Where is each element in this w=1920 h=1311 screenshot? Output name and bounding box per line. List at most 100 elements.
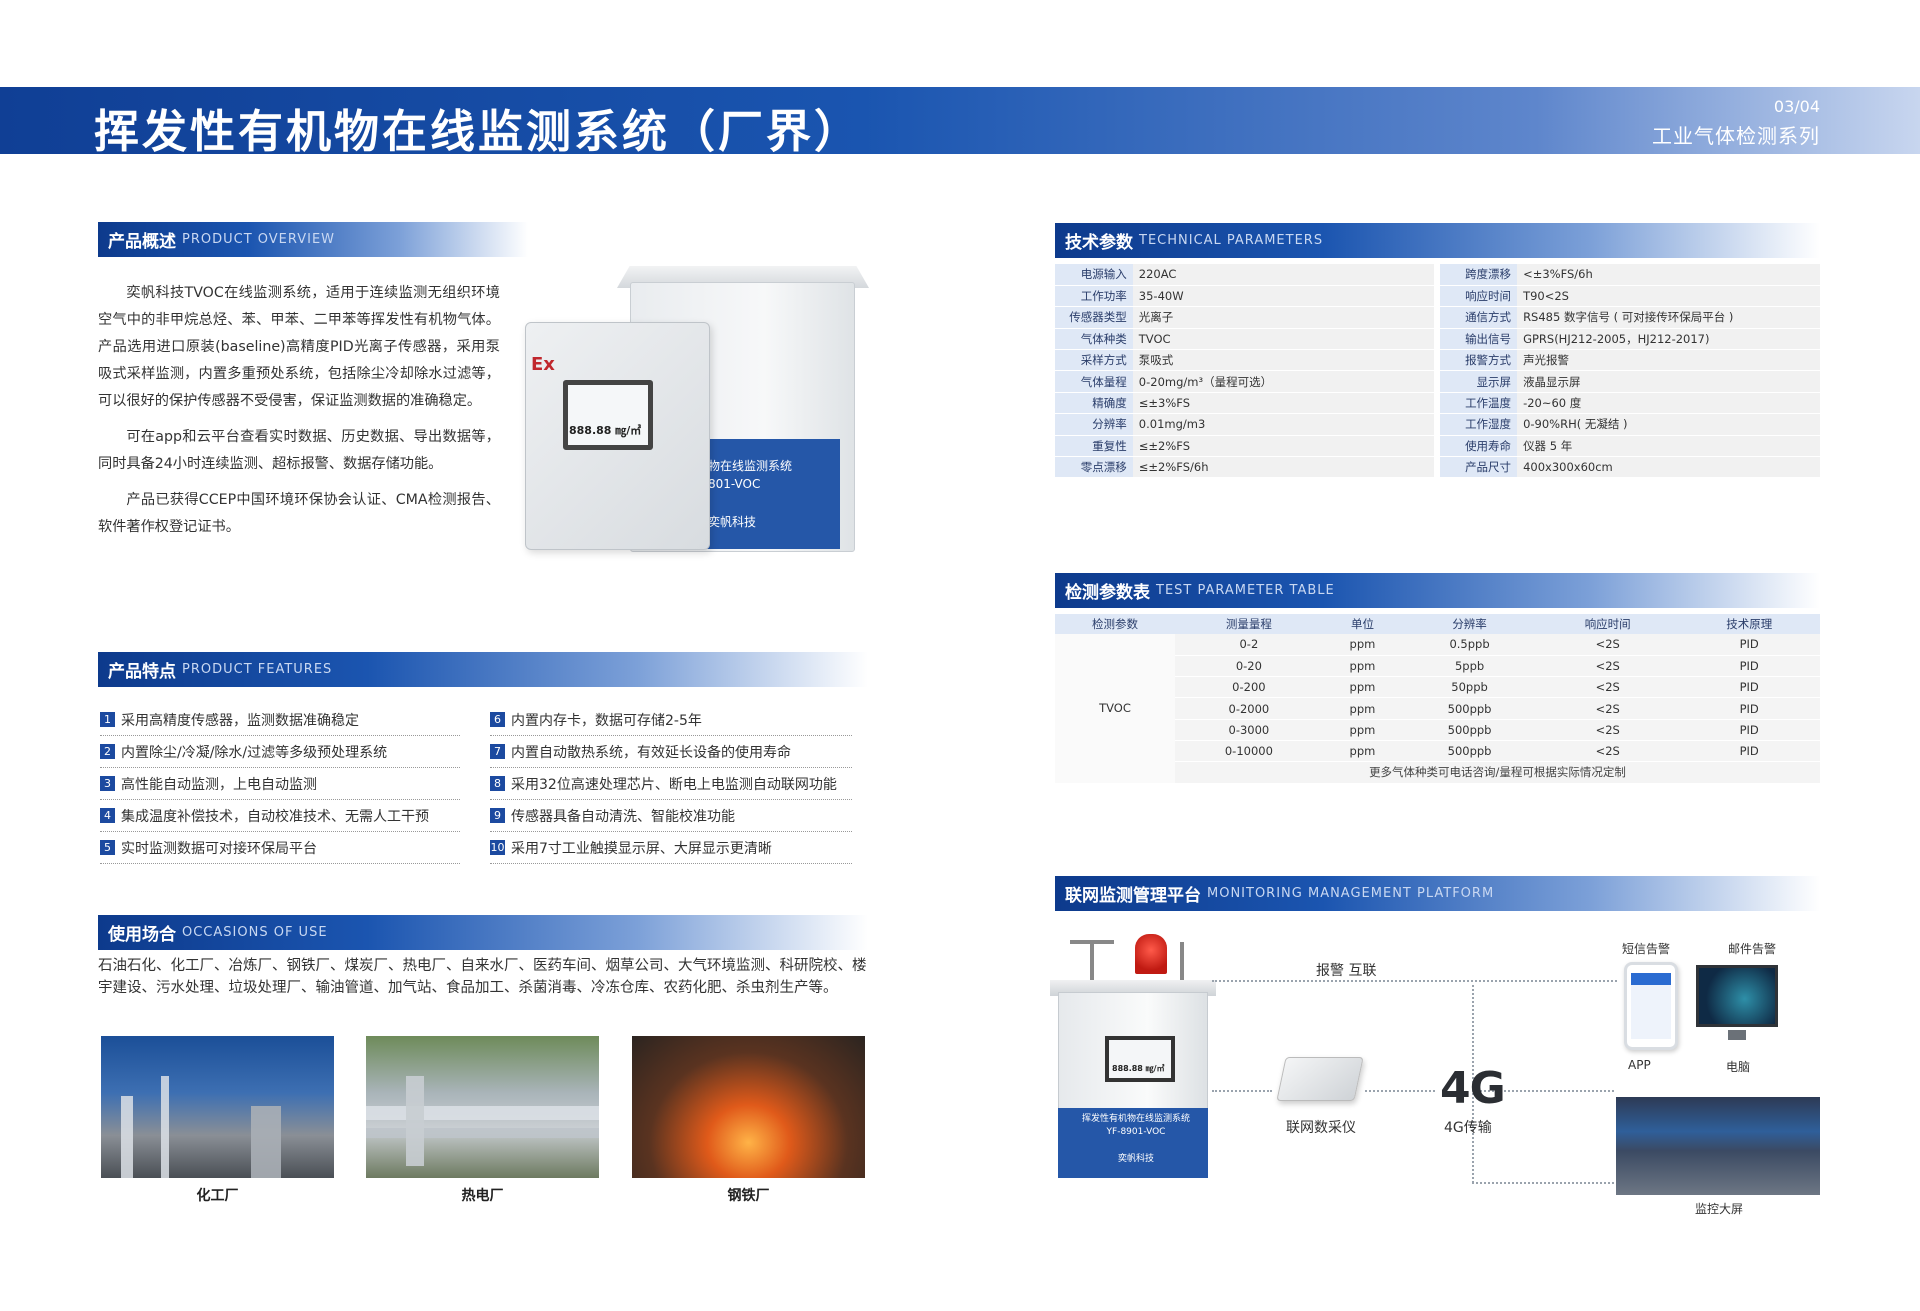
tech-param-value: 35-40W xyxy=(1132,285,1434,308)
tech-row: 零点漂移 ≤±2%FS/6h 产品尺寸 400x300x60cm xyxy=(1055,456,1820,479)
tech-param-name: 显示屏 xyxy=(1439,370,1518,393)
feature-item: 6 内置内存卡，数据可存储2-5年 xyxy=(490,704,852,736)
tech-param-value: 400x300x60cm xyxy=(1517,456,1820,479)
test-column-header: 响应时间 xyxy=(1536,614,1679,634)
tech-param-name: 输出信号 xyxy=(1439,328,1518,351)
test-cell: <2S xyxy=(1536,740,1679,763)
test-cell: ppm xyxy=(1322,719,1403,741)
feature-item: 5 实时监测数据可对接环保局平台 xyxy=(100,832,460,864)
section-title: 联网监测管理平台 xyxy=(1065,886,1201,906)
photo-power-plant xyxy=(366,1036,599,1178)
tech-param-value: RS485 数字信号 ( 可对接传环保局平台 ) xyxy=(1517,306,1820,329)
tech-param-name: 工作湿度 xyxy=(1439,413,1518,436)
monitor-stand xyxy=(1728,1030,1746,1040)
feature-item: 7 内置自动散热系统，有效延长设备的使用寿命 xyxy=(490,736,852,768)
tech-row: 传感器类型 光离子 通信方式 RS485 数字信号 ( 可对接传环保局平台 ) xyxy=(1055,306,1820,329)
feature-text: 采用32位高速处理芯片、断电上电监测自动联网功能 xyxy=(511,776,837,793)
overview-paragraph: 可在app和云平台查看实时数据、历史数据、导出数据等，同时具备24小时连续监测、… xyxy=(98,429,500,472)
tech-param-value: ≤±3%FS xyxy=(1132,392,1434,415)
feature-item: 8 采用32位高速处理芯片、断电上电监测自动联网功能 xyxy=(490,768,852,800)
test-cell: 50ppb xyxy=(1402,676,1537,699)
test-params-table: 检测参数 测量量程 单位 分辨率 响应时间 技术原理 TVOC 0-2 ppm 0.5ppb <2… xyxy=(1055,614,1820,784)
test-cell: 0-2 xyxy=(1175,634,1323,656)
feature-item: 9 传感器具备自动清洗、智能校准功能 xyxy=(490,800,852,832)
section-subtitle: PRODUCT FEATURES xyxy=(182,662,333,677)
test-cell: PID xyxy=(1678,655,1820,678)
test-column-header: 技术原理 xyxy=(1678,614,1820,634)
feature-item: 10 采用7寸工业触摸显示屏、大屏显示更清晰 xyxy=(490,832,852,864)
feature-number: 9 xyxy=(490,808,505,823)
connector-line xyxy=(1212,980,1617,982)
tech-param-name: 分辨率 xyxy=(1055,413,1133,436)
overview-paragraph: 奕帆科技TVOC在线监测系统，适用于连续监测无组织环境空气中的非甲烷总烃、苯、甲… xyxy=(98,285,500,409)
tech-param-value: 0.01mg/m3 xyxy=(1132,413,1434,436)
section-platform-header: 联网监测管理平台 MONITORING MANAGEMENT PLATFORM xyxy=(1055,876,1820,911)
photo-chemical-plant xyxy=(101,1036,334,1178)
test-note: 更多气体种类可电话咨询/量程可根据实际情况定制 xyxy=(1175,761,1820,784)
tech-param-value: 0-20mg/m³（量程可选） xyxy=(1132,370,1434,393)
test-cell: 0-10000 xyxy=(1175,740,1323,763)
product-image: 物在线监测系统 801-VOC 奕帆科技 Ex 888.88 ㎎/㎥ xyxy=(525,262,885,562)
tech-param-value: 0-90%RH( 无凝结 ) xyxy=(1517,413,1820,436)
alarm-light xyxy=(1135,934,1167,974)
collector-label: 联网数采仪 xyxy=(1286,1120,1356,1136)
tech-param-value: ≤±2%FS/6h xyxy=(1132,456,1434,479)
test-param-name: TVOC xyxy=(1055,634,1175,784)
pc-label: 电脑 xyxy=(1726,1060,1751,1074)
feature-text: 内置自动散热系统，有效延长设备的使用寿命 xyxy=(511,744,791,761)
section-title: 使用场合 xyxy=(108,925,176,945)
section-title: 检测参数表 xyxy=(1065,583,1150,603)
test-cell: 5ppb xyxy=(1402,655,1537,678)
4g-logo: 4G xyxy=(1440,1063,1506,1114)
computer-monitor-icon xyxy=(1696,965,1778,1027)
section-subtitle: TECHNICAL PARAMETERS xyxy=(1139,233,1324,248)
feature-text: 内置除尘/冷凝/除水/过滤等多级预处理系统 xyxy=(121,744,388,761)
tech-param-name: 气体量程 xyxy=(1055,370,1133,393)
test-cell: 0-200 xyxy=(1175,676,1323,699)
tech-params-table: 电源输入 220AC 跨度漂移 <±3%FS/6h 工作功率 35-40W 响应时间 T90<… xyxy=(1055,264,1820,479)
alarm-link-label: 报警 互联 xyxy=(1316,963,1377,979)
ex-label: Ex xyxy=(531,354,555,375)
sms-alert-label: 短信告警 xyxy=(1622,942,1671,956)
section-title: 技术参数 xyxy=(1065,233,1133,253)
test-row: TVOC 0-2 ppm 0.5ppb <2S PID xyxy=(1055,634,1820,784)
tech-param-name: 报警方式 xyxy=(1439,349,1518,372)
features-right: 6 内置内存卡，数据可存储2-5年 7 内置自动散热系统，有效延长设备的使用寿命 8 采用… xyxy=(490,704,852,864)
tech-param-value: 光离子 xyxy=(1132,306,1434,329)
test-cell: 0-2000 xyxy=(1175,697,1323,720)
tech-param-name: 工作功率 xyxy=(1055,285,1133,308)
photo-caption: 钢铁厂 xyxy=(727,1188,770,1204)
feature-number: 2 xyxy=(100,744,115,759)
mail-alert-label: 邮件告警 xyxy=(1728,942,1777,956)
feature-text: 采用高精度传感器，监测数据准确稳定 xyxy=(121,712,359,729)
tech-param-name: 通信方式 xyxy=(1439,306,1518,329)
feature-number: 3 xyxy=(100,776,115,791)
test-cell: 0-20 xyxy=(1175,655,1323,678)
section-title: 产品概述 xyxy=(108,232,176,252)
series-name: 工业气体检测系列 xyxy=(1652,124,1820,148)
section-title: 产品特点 xyxy=(108,662,176,682)
photo-caption: 化工厂 xyxy=(196,1188,239,1204)
feature-text: 内置内存卡，数据可存储2-5年 xyxy=(511,712,702,729)
test-cell: ppm xyxy=(1322,634,1403,656)
feature-text: 高性能自动监测，上电自动监测 xyxy=(121,776,317,793)
tech-param-value: GPRS(HJ212-2005，HJ212-2017) xyxy=(1517,328,1820,351)
cabinet-panel-text: 物在线监测系统 801-VOC 奕帆科技 xyxy=(708,457,792,531)
panel-line: 801-VOC xyxy=(708,477,761,491)
station-caption-line: 挥发性有机物在线监测系统 xyxy=(1081,1114,1190,1124)
tech-row: 气体量程 0-20mg/m³（量程可选） 显示屏 液晶显示屏 xyxy=(1055,370,1820,393)
connector-line xyxy=(1212,1090,1272,1092)
feature-text: 实时监测数据可对接环保局平台 xyxy=(121,840,317,857)
section-subtitle: OCCASIONS OF USE xyxy=(182,925,328,940)
feature-text: 集成温度补偿技术，自动校准技术、无需人工干预 xyxy=(121,808,429,825)
test-cell: PID xyxy=(1678,697,1820,720)
tech-param-value: 液晶显示屏 xyxy=(1517,370,1820,393)
test-column-header: 单位 xyxy=(1322,614,1403,634)
test-column-header: 测量量程 xyxy=(1175,614,1323,634)
header-banner: 挥发性有机物在线监测系统（厂界） 03/04 工业气体检测系列 xyxy=(0,87,1920,158)
station-caption: 挥发性有机物在线监测系统 YF-8901-VOC 奕帆科技 xyxy=(1066,1113,1206,1166)
feature-number: 4 xyxy=(100,808,115,823)
tech-param-name: 产品尺寸 xyxy=(1439,456,1518,479)
photo-caption: 热电厂 xyxy=(461,1188,504,1204)
phone-icon xyxy=(1624,962,1678,1050)
